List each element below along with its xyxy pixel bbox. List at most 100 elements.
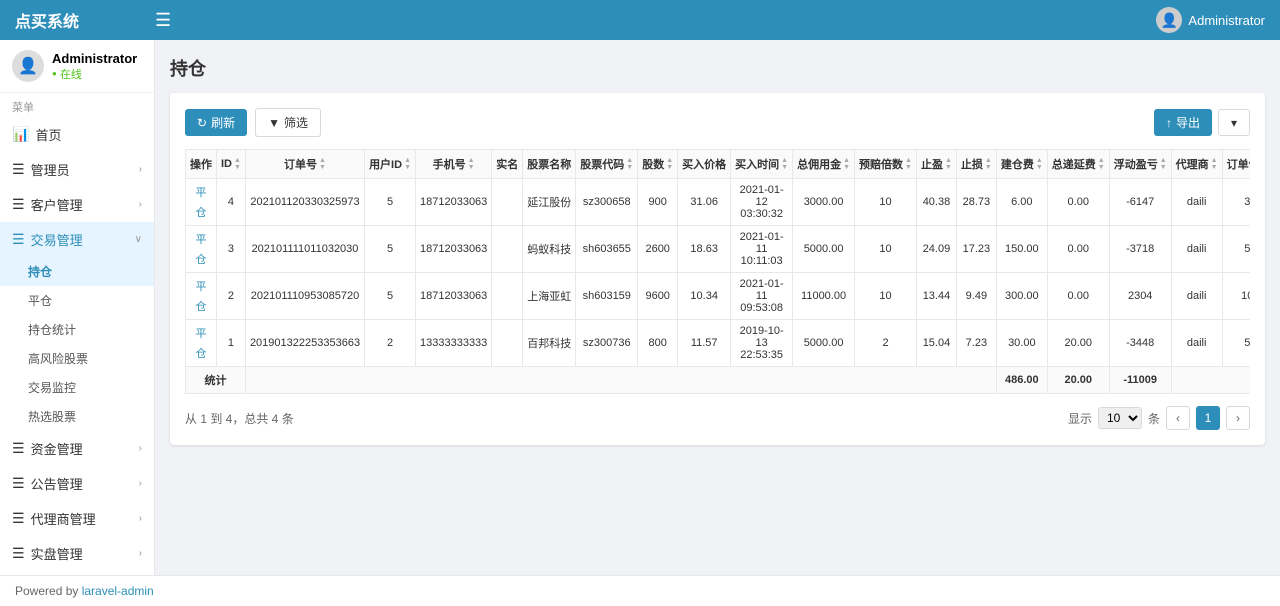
build-fee-cell: 150.00 (996, 226, 1047, 273)
sidebar-user-info: 👤 Administrator 在线 (0, 40, 154, 93)
sidebar-item-hot-stocks[interactable]: 热选股票 (0, 402, 154, 431)
shares-cell: 9600 (638, 273, 678, 320)
hold-stat-label: 持仓统计 (28, 321, 76, 338)
action-cell: 平 仓 (186, 179, 217, 226)
col-action: 操作 (186, 150, 217, 179)
footer-link[interactable]: laravel-admin (82, 584, 154, 598)
totals-label: 统计 (186, 367, 246, 394)
sidebar-item-flat[interactable]: 平仓 (0, 286, 154, 315)
sidebar-item-home[interactable]: 📊 首页 (0, 117, 154, 152)
total-delay-cell: 0.00 (1047, 273, 1109, 320)
phone-cell: 18712033063 (416, 179, 492, 226)
sidebar-item-disk-label: 实盘管理 (31, 544, 83, 563)
user-menu[interactable]: 👤 Administrator (1156, 7, 1265, 33)
col-total-delay[interactable]: 总递延费 ▲▼ (1047, 150, 1109, 179)
sidebar-item-announcement[interactable]: ☰ 公告管理 › (0, 466, 154, 501)
sidebar-item-trade[interactable]: ☰ 交易管理 ∨ (0, 222, 154, 257)
sidebar-item-customer[interactable]: ☰ 客户管理 › (0, 187, 154, 222)
customer-icon: ☰ (12, 196, 25, 213)
sidebar-item-high-risk[interactable]: 高风险股票 (0, 344, 154, 373)
flat-action-link[interactable]: 平 (196, 278, 207, 294)
stop-loss-cell: 7.23 (956, 320, 996, 367)
order-amount-cell: 5150.00 (1222, 226, 1250, 273)
col-order-amount[interactable]: 订单创建金额 ▲▼ (1222, 150, 1250, 179)
col-user-id[interactable]: 用户ID▲▼ (365, 150, 416, 179)
high-risk-label: 高风险股票 (28, 350, 88, 367)
float-pnl-cell: 2304 (1109, 273, 1171, 320)
col-stop-profit[interactable]: 止盈 ▲▼ (916, 150, 956, 179)
announcement-icon: ☰ (12, 475, 25, 492)
table-row: 平 仓 3 202101111011032030 5 18712033063 蚂… (186, 226, 1251, 273)
sidebar-item-hold-stat[interactable]: 持仓统计 (0, 315, 154, 344)
flat-action-link[interactable]: 平 (196, 231, 207, 247)
id-cell: 4 (217, 179, 246, 226)
stop-profit-cell: 24.09 (916, 226, 956, 273)
filter-button[interactable]: ▼ 筛选 (255, 108, 321, 137)
sidebar-item-admin[interactable]: ☰ 管理员 › (0, 152, 154, 187)
brand-title: 点买系统 (15, 8, 155, 32)
table-row: 平 仓 1 201901322253353663 2 13333333333 百… (186, 320, 1251, 367)
refresh-button[interactable]: ↻ 刷新 (185, 109, 247, 136)
sidebar: 👤 Administrator 在线 菜单 📊 首页 ☰ 管理员 › ☰ (0, 40, 155, 575)
flat-action-link[interactable]: 平 (196, 325, 207, 341)
topbar: 点买系统 ☰ 👤 Administrator (0, 0, 1280, 40)
col-margin-mult[interactable]: 预赔倍数 ▲▼ (855, 150, 917, 179)
col-stop-loss[interactable]: 止损 ▲▼ (956, 150, 996, 179)
stock-name-cell: 延江股份 (523, 179, 576, 226)
agent-cell: daili (1171, 179, 1222, 226)
per-label: 条 (1148, 410, 1160, 427)
float-pnl-cell: -3718 (1109, 226, 1171, 273)
real-name-cell (492, 320, 523, 367)
export-button[interactable]: ↑ 导出 (1154, 109, 1212, 136)
agent-icon: ☰ (12, 510, 25, 527)
col-stock-code[interactable]: 股票代码 ▲▼ (576, 150, 638, 179)
hold-action-link[interactable]: 仓 (196, 298, 207, 314)
margin-mult-cell: 10 (855, 179, 917, 226)
admin-arrow-icon: › (139, 164, 142, 175)
sidebar-item-customer-label: 客户管理 (31, 195, 83, 214)
buy-time-cell: 2021-01-11 10:11:03 (731, 226, 793, 273)
stop-profit-cell: 13.44 (916, 273, 956, 320)
sidebar-status: 在线 (52, 66, 137, 82)
col-build-fee[interactable]: 建仓费 ▲▼ (996, 150, 1047, 179)
fund-icon: ☰ (12, 440, 25, 457)
hold-action-link[interactable]: 仓 (196, 345, 207, 361)
filter-icon: ▼ (268, 116, 280, 130)
next-page-button[interactable]: › (1226, 406, 1250, 430)
col-agent[interactable]: 代理商 ▲▼ (1171, 150, 1222, 179)
flat-label: 平仓 (28, 292, 52, 309)
col-id[interactable]: ID ▲▼ (217, 150, 246, 179)
hold-action-link[interactable]: 仓 (196, 204, 207, 220)
export-dropdown-button[interactable]: ▾ (1218, 109, 1250, 136)
col-total-fee[interactable]: 总佣用金 ▲▼ (793, 150, 855, 179)
action-cell: 平 仓 (186, 226, 217, 273)
page-1-button[interactable]: 1 (1196, 406, 1220, 430)
total-fee-cell: 3000.00 (793, 179, 855, 226)
sidebar-item-disk[interactable]: ☰ 实盘管理 › (0, 536, 154, 571)
col-order-no[interactable]: 订单号 ▲▼ (245, 150, 364, 179)
totals-total-delay: 20.00 (1047, 367, 1109, 394)
sidebar-item-hold[interactable]: 持仓 (0, 257, 154, 286)
sidebar-item-fund[interactable]: ☰ 资金管理 › (0, 431, 154, 466)
hold-action-link[interactable]: 仓 (196, 251, 207, 267)
layout: 👤 Administrator 在线 菜单 📊 首页 ☰ 管理员 › ☰ (0, 40, 1280, 575)
stock-name-cell: 蚂蚁科技 (523, 226, 576, 273)
sidebar-item-trade-monitor[interactable]: 交易监控 (0, 373, 154, 402)
col-buy-time[interactable]: 买入时间 ▲▼ (731, 150, 793, 179)
col-float-pnl[interactable]: 浮动盈亏 ▲▼ (1109, 150, 1171, 179)
real-name-cell (492, 179, 523, 226)
menu-toggle-icon[interactable]: ☰ (155, 10, 171, 31)
total-fee-cell: 11000.00 (793, 273, 855, 320)
col-phone[interactable]: 手机号 ▲▼ (416, 150, 492, 179)
col-shares[interactable]: 股数 ▲▼ (638, 150, 678, 179)
prev-page-button[interactable]: ‹ (1166, 406, 1190, 430)
id-cell: 2 (217, 273, 246, 320)
sidebar-item-trade-label: 交易管理 (31, 230, 83, 249)
flat-action-link[interactable]: 平 (196, 184, 207, 200)
fund-arrow-icon: › (139, 443, 142, 454)
phone-cell: 13333333333 (416, 320, 492, 367)
action-cell: 平 仓 (186, 273, 217, 320)
build-fee-cell: 6.00 (996, 179, 1047, 226)
sidebar-item-agent[interactable]: ☰ 代理商管理 › (0, 501, 154, 536)
page-size-select[interactable]: 10 20 50 (1098, 407, 1142, 429)
